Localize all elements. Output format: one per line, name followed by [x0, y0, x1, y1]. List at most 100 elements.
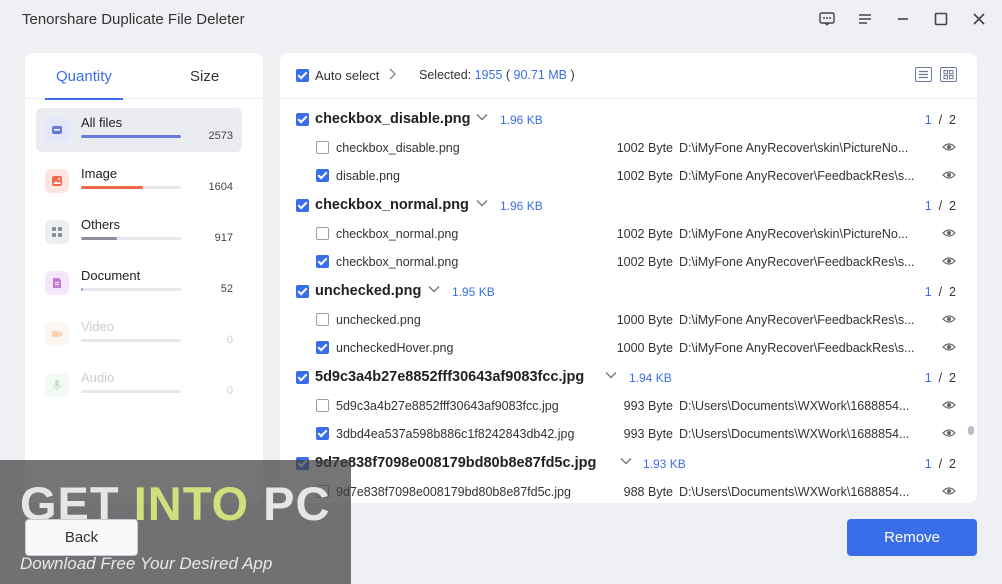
- file-size: 988 Byte: [623, 485, 673, 499]
- group-checkbox[interactable]: [296, 199, 309, 212]
- category-all-files[interactable]: All files 2573: [36, 108, 242, 152]
- preview-eye-icon[interactable]: [942, 170, 956, 180]
- category-progress-bar: [81, 390, 181, 393]
- file-name: unchecked.png: [336, 313, 421, 327]
- category-progress-fill: [81, 237, 117, 240]
- file-path: D:\Users\Documents\WXWork\1688854...: [679, 427, 910, 441]
- watermark-tagline: Download Free Your Desired App: [20, 554, 273, 573]
- group-file-name: 9d7e838f7098e008179bd80b8e87fd5c.jpg: [315, 455, 597, 471]
- duplicate-file-row[interactable]: 5d9c3a4b27e8852fff30643af9083fcc.jpg 993…: [280, 392, 977, 420]
- file-checkbox[interactable]: [316, 169, 329, 182]
- preview-eye-icon[interactable]: [942, 314, 956, 324]
- group-file-name: checkbox_normal.png: [315, 197, 469, 213]
- chevron-down-icon[interactable]: [620, 454, 632, 468]
- preview-eye-icon[interactable]: [942, 428, 956, 438]
- file-name: disable.png: [336, 169, 400, 183]
- list-view-icon[interactable]: [915, 67, 932, 82]
- feedback-icon[interactable]: [815, 8, 839, 30]
- category-progress-bar: [81, 237, 181, 240]
- preview-eye-icon[interactable]: [942, 486, 956, 496]
- duplicate-file-row[interactable]: 3dbd4ea537a598b886c1f8242843db42.jpg 993…: [280, 420, 977, 448]
- group-size: 1.94 KB: [629, 371, 672, 385]
- chevron-down-icon[interactable]: [476, 196, 488, 210]
- selection-summary: Selected: 1955 ( 90.71 MB ): [419, 68, 575, 82]
- duplicate-file-row[interactable]: checkbox_normal.png 1002 Byte D:\iMyFone…: [280, 220, 977, 248]
- duplicate-file-row[interactable]: checkbox_disable.png 1002 Byte D:\iMyFon…: [280, 134, 977, 162]
- selected-count: 1955: [474, 68, 503, 82]
- grid-view-icon[interactable]: [940, 67, 957, 82]
- file-name: uncheckedHover.png: [336, 341, 454, 355]
- group-pager-total: 2: [949, 457, 956, 471]
- close-icon[interactable]: [967, 8, 991, 30]
- preview-eye-icon[interactable]: [942, 228, 956, 238]
- duplicate-file-row[interactable]: unchecked.png 1000 Byte D:\iMyFone AnyRe…: [280, 306, 977, 334]
- auto-select-checkbox[interactable]: [296, 69, 309, 82]
- duplicate-file-row[interactable]: uncheckedHover.png 1000 Byte D:\iMyFone …: [280, 334, 977, 362]
- watermark-into: INTO: [133, 477, 250, 530]
- category-progress-fill: [81, 135, 181, 138]
- category-progress-bar: [81, 135, 181, 138]
- duplicate-group-header[interactable]: 9d7e838f7098e008179bd80b8e87fd5c.jpg 1.9…: [280, 450, 977, 478]
- duplicate-group-header[interactable]: checkbox_normal.png 1.96 KB 1 / 2: [280, 192, 977, 220]
- category-image[interactable]: Image 1604: [36, 159, 242, 203]
- tab-size[interactable]: Size: [190, 68, 219, 85]
- image-icon: [45, 169, 69, 193]
- file-checkbox[interactable]: [316, 427, 329, 440]
- duplicate-file-row[interactable]: checkbox_normal.png 1002 Byte D:\iMyFone…: [280, 248, 977, 276]
- category-label: Others: [81, 217, 121, 232]
- file-name: checkbox_normal.png: [336, 255, 459, 269]
- group-checkbox[interactable]: [296, 113, 309, 126]
- duplicate-file-row[interactable]: 9d7e838f7098e008179bd80b8e87fd5c.jpg 988…: [280, 478, 977, 503]
- duplicate-group-header[interactable]: checkbox_disable.png 1.96 KB 1 / 2: [280, 106, 977, 134]
- preview-eye-icon[interactable]: [942, 256, 956, 266]
- group-file-name: checkbox_disable.png: [315, 111, 471, 127]
- audio-icon: [45, 373, 69, 397]
- preview-eye-icon[interactable]: [942, 400, 956, 410]
- duplicate-file-row[interactable]: disable.png 1002 Byte D:\iMyFone AnyReco…: [280, 162, 977, 190]
- group-pager-current: 1: [924, 113, 932, 127]
- chevron-right-icon[interactable]: [388, 68, 396, 83]
- remove-button[interactable]: Remove: [847, 519, 977, 556]
- category-audio[interactable]: Audio 0: [36, 363, 242, 407]
- group-pager-total: 2: [949, 285, 956, 299]
- file-checkbox[interactable]: [316, 141, 329, 154]
- file-path: D:\iMyFone AnyRecover\FeedbackRes\s...: [679, 169, 915, 183]
- category-label: Video: [81, 319, 115, 334]
- file-name: checkbox_disable.png: [336, 141, 460, 155]
- file-path: D:\Users\Documents\WXWork\1688854...: [679, 485, 910, 499]
- category-others[interactable]: Others 917: [36, 210, 242, 254]
- category-video[interactable]: Video 0: [36, 312, 242, 356]
- group-file-name: 5d9c3a4b27e8852fff30643af9083fcc.jpg: [315, 369, 585, 385]
- paren-open: (: [502, 68, 514, 82]
- chevron-down-icon[interactable]: [605, 368, 617, 382]
- file-checkbox[interactable]: [316, 255, 329, 268]
- chevron-down-icon[interactable]: [476, 110, 488, 124]
- group-checkbox[interactable]: [296, 285, 309, 298]
- menu-icon[interactable]: [853, 8, 877, 30]
- file-checkbox[interactable]: [316, 227, 329, 240]
- maximize-icon[interactable]: [929, 8, 953, 30]
- tab-quantity[interactable]: Quantity: [56, 68, 112, 85]
- preview-eye-icon[interactable]: [942, 142, 956, 152]
- back-button[interactable]: Back: [25, 519, 138, 556]
- selected-label: Selected:: [419, 68, 475, 82]
- list-toolbar: Auto select Selected: 1955 ( 90.71 MB ): [280, 53, 977, 99]
- file-checkbox[interactable]: [316, 313, 329, 326]
- file-size: 993 Byte: [623, 399, 673, 413]
- category-count: 1604: [208, 181, 233, 193]
- minimize-icon[interactable]: [891, 8, 915, 30]
- preview-eye-icon[interactable]: [942, 342, 956, 352]
- auto-select-label[interactable]: Auto select: [315, 68, 379, 83]
- category-count: 0: [226, 385, 233, 397]
- duplicate-group-header[interactable]: unchecked.png 1.95 KB 1 / 2: [280, 278, 977, 306]
- chevron-down-icon[interactable]: [428, 282, 440, 296]
- group-pager: 1 / 2: [924, 457, 956, 471]
- category-label: Document: [81, 268, 141, 283]
- group-checkbox[interactable]: [296, 371, 309, 384]
- duplicate-group-header[interactable]: 5d9c3a4b27e8852fff30643af9083fcc.jpg 1.9…: [280, 364, 977, 392]
- group-pager: 1 / 2: [924, 199, 956, 213]
- category-document[interactable]: Document 52: [36, 261, 242, 305]
- scrollbar-thumb[interactable]: [968, 426, 974, 435]
- file-checkbox[interactable]: [316, 399, 329, 412]
- file-checkbox[interactable]: [316, 341, 329, 354]
